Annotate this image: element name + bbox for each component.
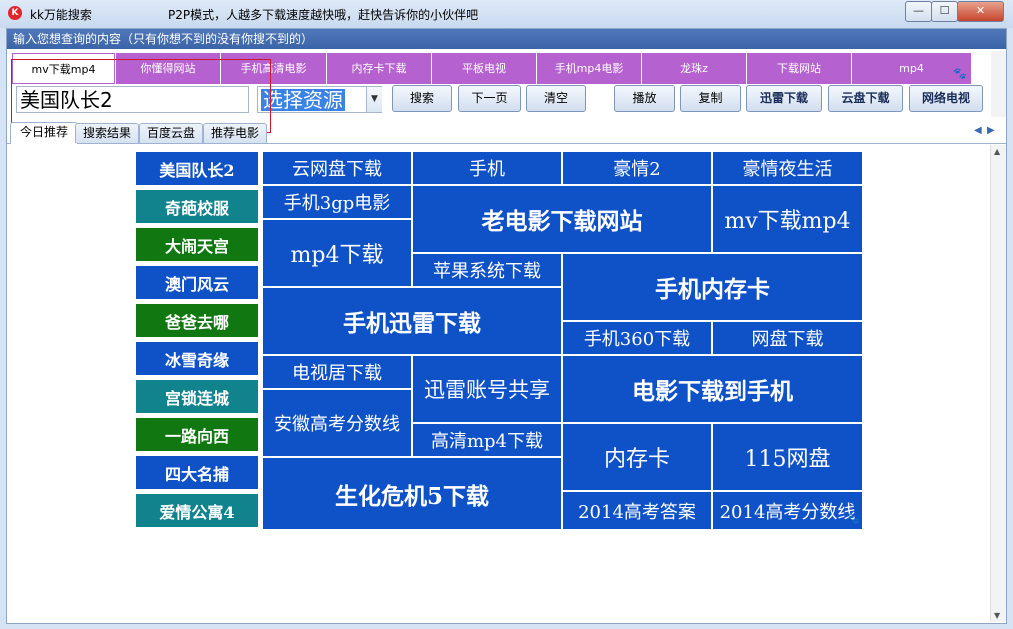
tile[interactable]: 手机内存卡 [562,253,863,321]
app-title: kk万能搜索 [30,8,92,22]
tile[interactable]: 电影下载到手机 [562,355,863,423]
resource-select[interactable]: 选择资源 [257,86,382,113]
quick-tag[interactable]: 平板电视 [432,53,537,84]
tile[interactable]: 电视居下载 [262,355,412,389]
recommendation-grid: 美国队长2 奇葩校服 大闹天宫 澳门风云 爸爸去哪 冰雪奇缘 宫锁连城 一路向西… [135,151,863,530]
nav-item[interactable]: 奇葩校服 [135,189,259,224]
clear-button[interactable]: 清空 [526,85,586,112]
tile[interactable]: 手机迅雷下载 [262,287,562,355]
tab-today[interactable]: 今日推荐 [10,122,78,144]
search-button[interactable]: 搜索 [392,85,452,112]
app-logo-icon: K [8,6,22,20]
app-window: K kk万能搜索 P2P模式，人越多下载速度越快哦，赶快告诉你的小伙伴吧 — ☐… [0,0,1013,629]
nav-item[interactable]: 大闹天宫 [135,227,259,262]
tab-bar: 今日推荐 搜索结果 百度云盘 推荐电影 [7,121,1006,144]
nav-item[interactable]: 四大名捕 [135,455,259,490]
tile[interactable]: 老电影下载网站 [412,185,712,253]
play-button[interactable]: 播放 [614,85,675,112]
quick-tag[interactable]: 内存卡下载 [327,53,432,84]
tab-prev-icon[interactable]: ◀ [974,125,982,136]
nav-item[interactable]: 一路向西 [135,417,259,452]
quick-tag[interactable]: 手机mp4电影 [537,53,642,84]
content-scrollbar[interactable]: ▲ ▼ [990,145,1006,622]
chevron-down-icon[interactable]: ▼ [366,87,382,112]
scroll-down-icon[interactable]: ▼ [994,611,1000,620]
tile[interactable]: 2014高考答案 [562,491,712,530]
tab-baidu-cloud[interactable]: 百度云盘 [139,123,203,143]
tab-search-results[interactable]: 搜索结果 [75,123,139,143]
nav-item[interactable]: 爱情公寓4 [135,493,259,528]
tile[interactable]: 高清mp4下载 [412,423,562,457]
close-button[interactable]: ✕ [957,1,1004,22]
nav-item[interactable]: 美国队长2 [135,151,259,186]
quick-tag[interactable]: 下载网站 [747,53,852,84]
tile[interactable]: 2014高考分数线 [712,491,863,530]
maximize-button[interactable]: ☐ [931,1,958,22]
slogan-text: P2P模式，人越多下载速度越快哦，赶快告诉你的小伙伴吧 [168,8,479,22]
web-tv-button[interactable]: 网络电视 [909,85,983,112]
tab-next-icon[interactable]: ▶ [987,125,995,136]
tile[interactable]: 手机3gp电影 [262,185,412,219]
title-bar[interactable]: K kk万能搜索 P2P模式，人越多下载速度越快哦，赶快告诉你的小伙伴吧 — ☐… [0,0,1013,28]
quick-tag[interactable]: 龙珠z [642,53,747,84]
tile[interactable]: 豪情夜生活 [712,151,863,185]
xunlei-download-button[interactable]: 迅雷下载 [746,85,822,112]
tile[interactable]: 手机360下载 [562,321,712,355]
tile[interactable]: 内存卡 [562,423,712,491]
tile[interactable]: 手机 [412,151,562,185]
nav-item[interactable]: 爸爸去哪 [135,303,259,338]
tile[interactable]: mv下载mp4 [712,185,863,253]
paw-icon: 🐾 [953,67,967,80]
minimize-button[interactable]: — [905,1,932,22]
next-page-button[interactable]: 下一页 [458,85,521,112]
nav-item[interactable]: 冰雪奇缘 [135,341,259,376]
nav-item[interactable]: 宫锁连城 [135,379,259,414]
paw-icon: 🐾 [846,512,860,525]
tab-recommended-movies[interactable]: 推荐电影 [203,123,267,143]
cloud-download-button[interactable]: 云盘下载 [828,85,903,112]
scroll-up-icon[interactable]: ▲ [994,147,1000,156]
tile[interactable]: 云网盘下载 [262,151,412,185]
tags-scrollbar[interactable] [991,51,1006,117]
tile[interactable]: mp4下载 [262,219,412,287]
resource-select-value: 选择资源 [261,88,345,112]
tile[interactable]: 网盘下载 [712,321,863,355]
nav-item[interactable]: 澳门风云 [135,265,259,300]
tile[interactable]: 迅雷账号共享 [412,355,562,423]
copy-button[interactable]: 复制 [680,85,741,112]
tile[interactable]: 苹果系统下载 [412,253,562,287]
search-hint: 输入您想查询的内容（只有你想不到的没有你搜不到的） [7,29,1006,49]
tile[interactable]: 115网盘 [712,423,863,491]
tile[interactable]: 安徽高考分数线 [262,389,412,457]
tile[interactable]: 豪情2 [562,151,712,185]
tile[interactable]: 生化危机5下载 [262,457,562,530]
